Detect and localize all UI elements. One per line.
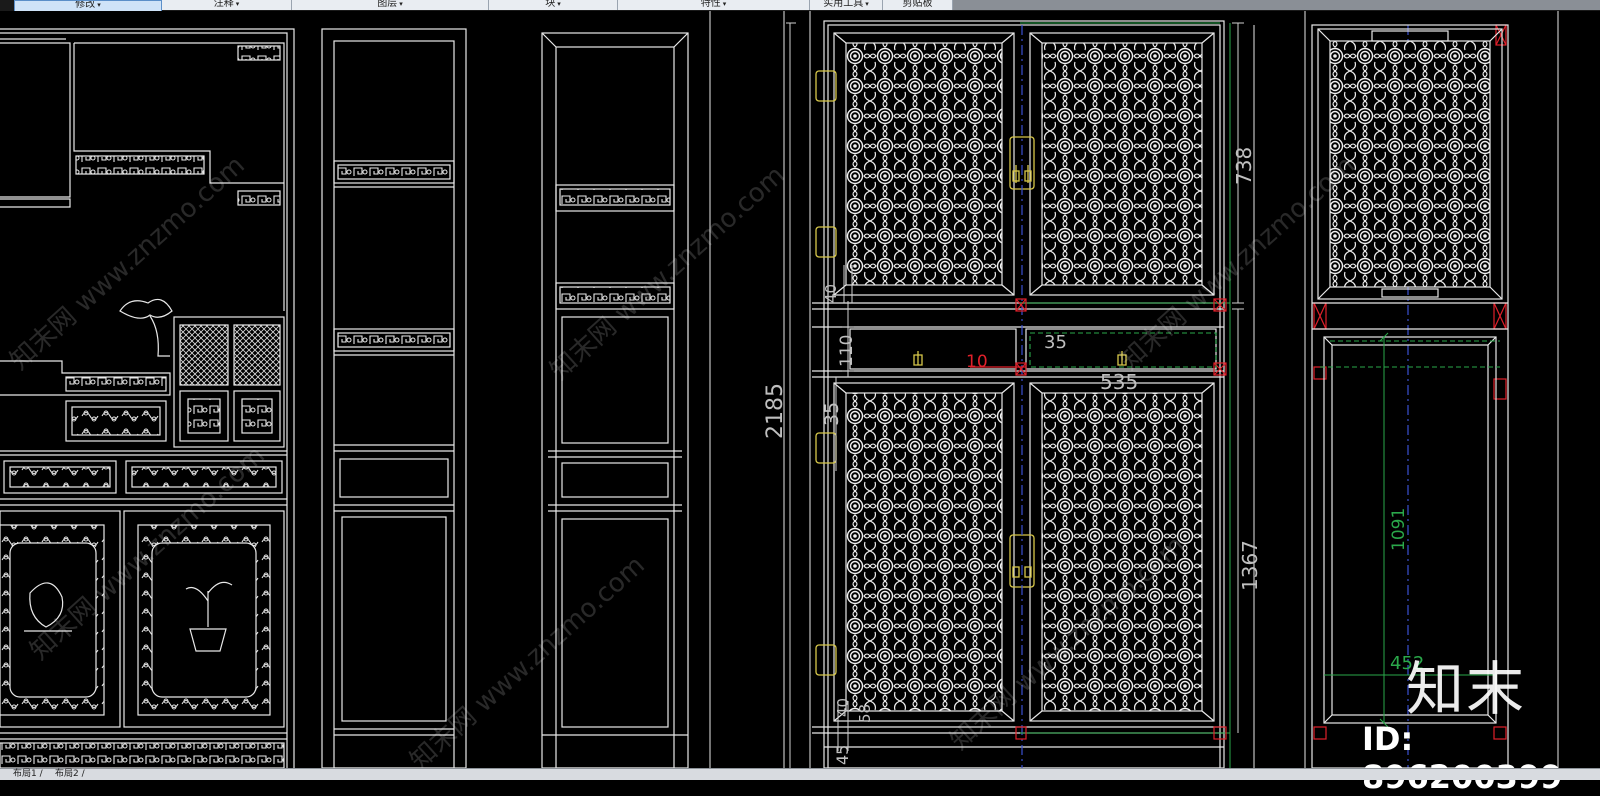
dim-upper-door-height: 738: [1232, 147, 1256, 185]
drawing-canvas[interactable]: 2185 738 1367 535 35 10 110 35 40 40 45 …: [0, 11, 1600, 776]
dim-45: 45: [833, 745, 852, 765]
ribbon-tab-label: 注释: [213, 0, 234, 9]
chevron-down-icon: ▾: [557, 1, 561, 8]
side-panel-elevation-1: [321, 28, 467, 769]
layout-tab-label: 布局2: [55, 769, 79, 779]
layout-tab-label: 布局1: [13, 769, 37, 779]
ribbon-empty-area: [953, 0, 1600, 10]
ribbon-tab-label: 块: [545, 0, 556, 9]
ribbon-tab-block[interactable]: 块 ▾: [489, 0, 618, 10]
chevron-down-icon: ▾: [97, 2, 101, 9]
layout-tab-bar: 布局1 / 布局2 /: [0, 768, 1600, 780]
dim-side-panel-height: 1091: [1389, 508, 1409, 551]
ribbon-tab-label: 特性: [700, 0, 721, 9]
tab-layout-1[interactable]: 布局1 /: [10, 769, 46, 779]
ribbon-tab-layers[interactable]: 图层 ▾: [292, 0, 489, 10]
chevron-down-icon: ▾: [865, 1, 869, 8]
dim-110: 110: [837, 335, 857, 367]
side-panel-elevation-2: [541, 32, 689, 769]
ribbon-tab-label: 修改: [75, 0, 96, 10]
door-cabinet-elevation: [812, 20, 1225, 769]
dim-40-top: 40: [822, 284, 840, 303]
asset-id-label: ID: 896200399: [1362, 720, 1562, 796]
chevron-down-icon: ▾: [399, 1, 403, 8]
ribbon-tab-label: 图层: [377, 0, 398, 9]
ribbon-tab-annotate[interactable]: 注释 ▾: [162, 0, 292, 10]
dim-40-bottom: 40: [834, 698, 852, 717]
dim-overall-height: 2185: [763, 383, 788, 439]
dim-35-top: 35: [1044, 332, 1067, 353]
ribbon-tab-label: 实用工具: [823, 0, 864, 9]
dim-lower-door-height: 1367: [1238, 540, 1262, 591]
cad-drawing: 2185 738 1367 535 35 10 110 35 40 40 45 …: [0, 11, 1559, 776]
ribbon-tab-label: 剪贴板: [902, 0, 933, 9]
ribbon-tab-properties[interactable]: 特性 ▾: [618, 0, 810, 10]
ribbon-tabs: 修改 ▾ 注释 ▾ 图层 ▾ 块 ▾ 特性 ▾ 实用工具 ▾ 剪贴板: [0, 0, 1600, 12]
ribbon-tab-utilities[interactable]: 实用工具 ▾: [810, 0, 883, 10]
brand-logo: 知末: [1406, 655, 1527, 723]
chevron-down-icon: ▾: [722, 1, 727, 8]
dim-10-red: 10: [966, 352, 988, 372]
dim-58: 58: [856, 704, 874, 723]
tab-layout-2[interactable]: 布局2 /: [52, 769, 88, 779]
dim-35-side: 35: [821, 402, 843, 426]
chevron-down-icon: ▾: [235, 1, 240, 8]
ribbon-tab-clipboard[interactable]: 剪贴板: [883, 0, 953, 10]
